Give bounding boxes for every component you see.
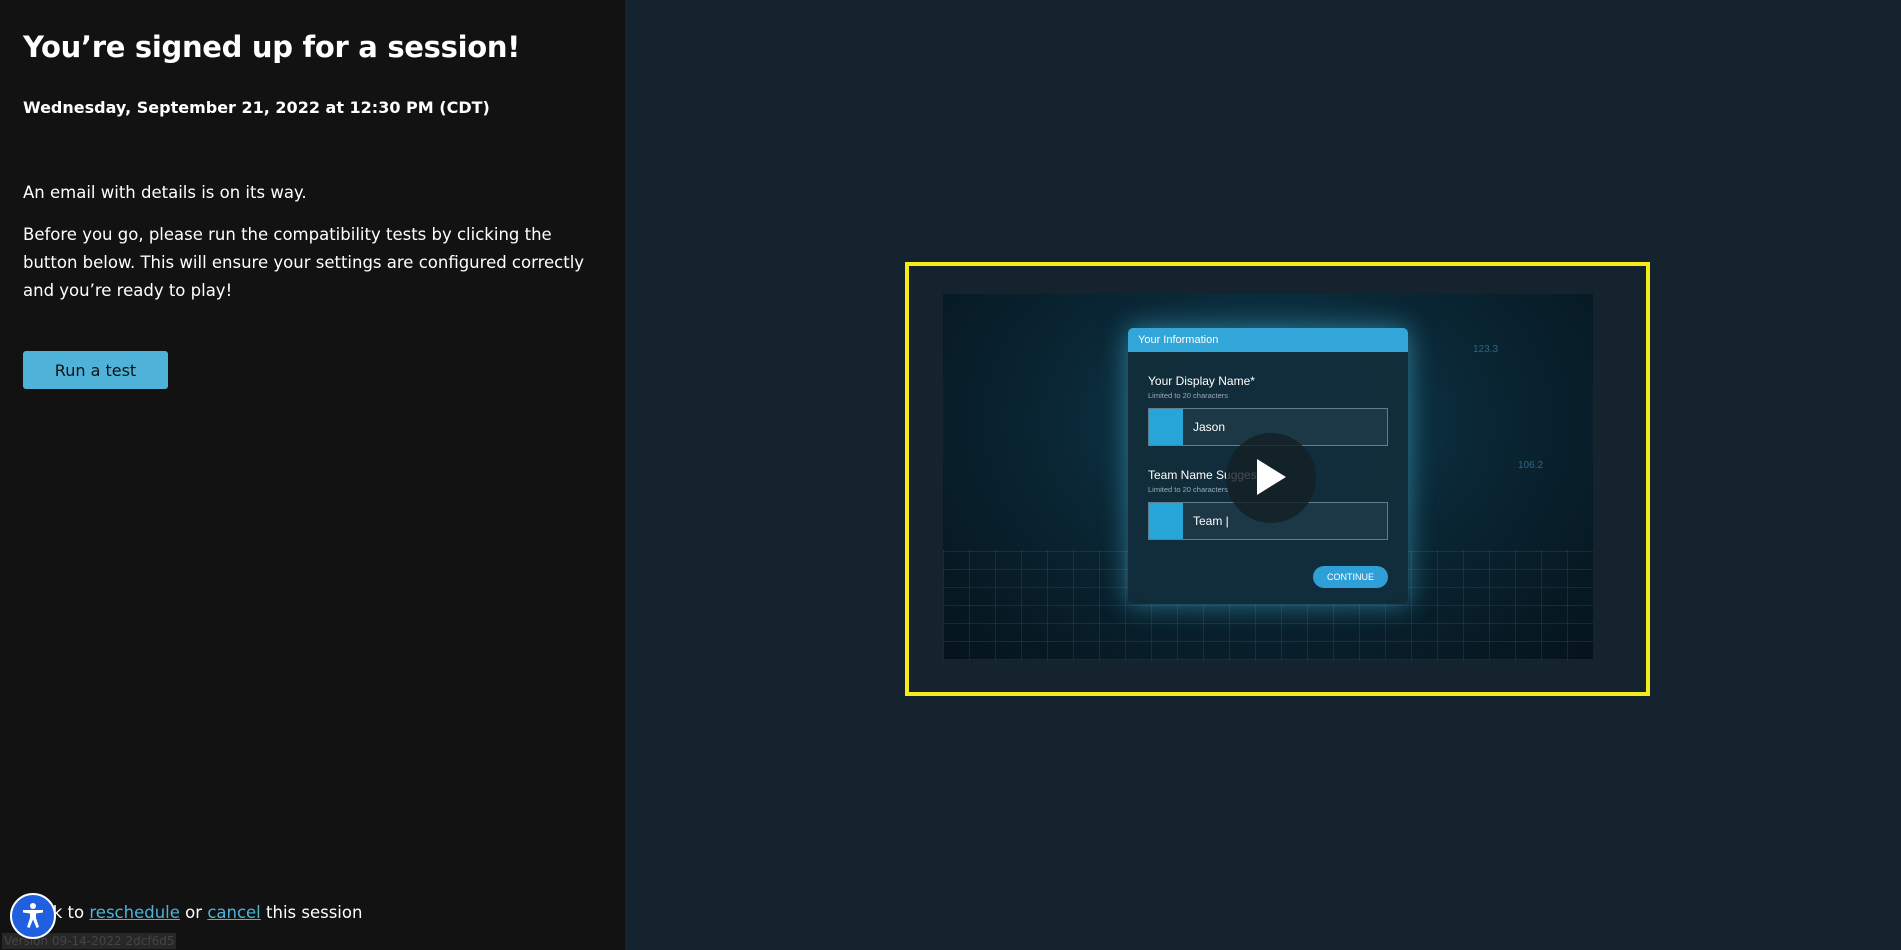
footer-or: or	[185, 903, 203, 922]
video-play-button[interactable]	[1226, 433, 1316, 523]
video-card-title: Your Information	[1128, 328, 1408, 352]
page-title: You’re signed up for a session!	[23, 30, 521, 64]
team-name-swatch	[1149, 503, 1183, 539]
session-actions-text: Click to reschedule or cancel this sessi…	[23, 903, 362, 922]
run-test-button[interactable]: Run a test	[23, 351, 168, 389]
display-name-label: Your Display Name*	[1148, 374, 1255, 388]
display-name-hint: Limited to 20 characters	[1148, 391, 1229, 400]
display-name-value: Jason	[1193, 420, 1226, 434]
team-name-hint: Limited to 20 characters	[1148, 485, 1229, 494]
cancel-link[interactable]: cancel	[207, 903, 260, 922]
accessibility-button[interactable]	[10, 893, 56, 939]
session-datetime: Wednesday, September 21, 2022 at 12:30 P…	[23, 98, 490, 117]
reschedule-link[interactable]: reschedule	[89, 903, 180, 922]
tutorial-video[interactable]: 123.3 106.2 Your Information Your Displa…	[943, 294, 1593, 660]
footer-suffix: this session	[266, 903, 363, 922]
display-name-swatch	[1149, 409, 1183, 445]
session-info-panel: You’re signed up for a session! Wednesda…	[0, 0, 625, 950]
email-note: An email with details is on its way.	[23, 183, 307, 202]
team-name-value: Team |	[1193, 514, 1229, 528]
accessibility-icon	[18, 900, 48, 933]
video-deco-number: 106.2	[1518, 460, 1544, 471]
video-continue-button: CONTINUE	[1313, 566, 1388, 588]
test-instructions: Before you go, please run the compatibil…	[23, 225, 585, 300]
video-deco-number: 123.3	[1473, 344, 1499, 355]
play-icon	[1253, 457, 1289, 500]
